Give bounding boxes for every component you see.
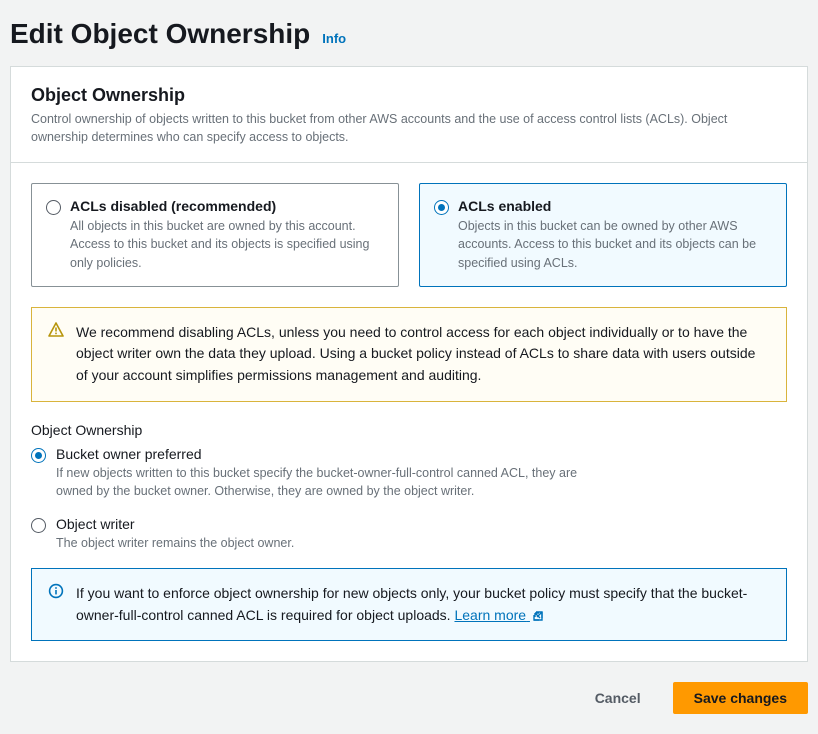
panel-description: Control ownership of objects written to … xyxy=(31,110,787,146)
panel-header: Object Ownership Control ownership of ob… xyxy=(11,67,807,163)
radio-icon xyxy=(31,448,46,463)
warning-alert: We recommend disabling ACLs, unless you … xyxy=(31,307,787,402)
card-title: ACLs disabled (recommended) xyxy=(70,198,384,214)
acls-enabled-card[interactable]: ACLs enabled Objects in this bucket can … xyxy=(419,183,787,286)
info-text: If you want to enforce object ownership … xyxy=(76,585,747,623)
panel-title: Object Ownership xyxy=(31,85,787,106)
acl-option-row: ACLs disabled (recommended) All objects … xyxy=(31,183,787,286)
radio-icon xyxy=(31,518,46,533)
info-link[interactable]: Info xyxy=(322,31,346,46)
radio-icon xyxy=(434,200,449,215)
option-title: Bucket owner preferred xyxy=(56,446,616,462)
card-description: All objects in this bucket are owned by … xyxy=(70,217,384,271)
page-header: Edit Object Ownership Info xyxy=(10,0,808,66)
option-title: Object writer xyxy=(56,516,294,532)
card-description: Objects in this bucket can be owned by o… xyxy=(458,217,772,271)
ownership-sub-label: Object Ownership xyxy=(31,422,787,438)
save-button[interactable]: Save changes xyxy=(673,682,808,714)
acls-disabled-card[interactable]: ACLs disabled (recommended) All objects … xyxy=(31,183,399,286)
info-icon xyxy=(48,583,64,606)
warning-text: We recommend disabling ACLs, unless you … xyxy=(76,324,755,383)
radio-icon xyxy=(46,200,61,215)
warning-icon xyxy=(48,322,64,345)
info-alert: If you want to enforce object ownership … xyxy=(31,568,787,641)
card-title: ACLs enabled xyxy=(458,198,772,214)
object-writer-option[interactable]: Object writer The object writer remains … xyxy=(31,516,787,552)
option-description: If new objects written to this bucket sp… xyxy=(56,464,616,500)
learn-more-link[interactable]: Learn more xyxy=(454,607,543,623)
cancel-button[interactable]: Cancel xyxy=(575,682,661,714)
option-description: The object writer remains the object own… xyxy=(56,534,294,552)
bucket-owner-preferred-option[interactable]: Bucket owner preferred If new objects wr… xyxy=(31,446,787,500)
footer-actions: Cancel Save changes xyxy=(10,662,808,714)
ownership-panel: Object Ownership Control ownership of ob… xyxy=(10,66,808,662)
page-title: Edit Object Ownership xyxy=(10,18,310,50)
external-link-icon xyxy=(532,610,544,622)
